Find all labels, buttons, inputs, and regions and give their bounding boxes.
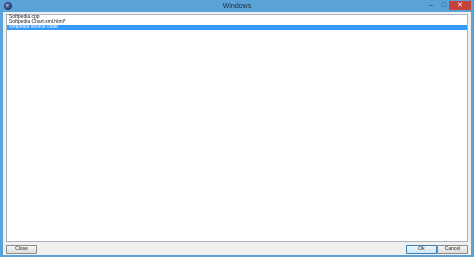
close-button[interactable]: Close xyxy=(6,245,37,254)
list-item-selected[interactable]: softpedia source code xyxy=(7,25,467,30)
cancel-button[interactable]: Cancel xyxy=(437,245,468,254)
close-window-button[interactable]: ✕ xyxy=(449,1,471,10)
window-title: Windows xyxy=(222,3,252,10)
dialog-body: Softpedia.cpp Softpedia Chart.xml.html* … xyxy=(3,12,471,255)
title-bar[interactable]: Windows – □ ✕ xyxy=(1,1,473,12)
ok-button[interactable]: Ok xyxy=(406,245,437,254)
windows-list[interactable]: Softpedia.cpp Softpedia Chart.xml.html* … xyxy=(6,14,468,242)
minimize-button[interactable]: – xyxy=(425,1,437,10)
windows-dialog: Windows – □ ✕ Softpedia.cpp Softpedia Ch… xyxy=(0,0,474,257)
